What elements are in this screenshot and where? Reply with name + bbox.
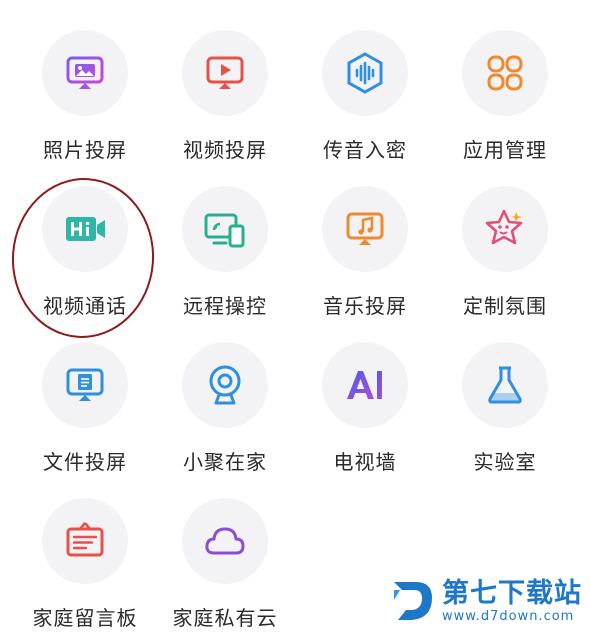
grid-item-label: 家庭私有云 — [172, 606, 278, 630]
watermark-url: www.d7down.com — [442, 608, 575, 624]
grid-item-photo-cast[interactable]: 照片投屏 — [20, 30, 150, 170]
music-cast-icon — [322, 186, 408, 272]
grid-item-app-manage[interactable]: 应用管理 — [440, 30, 570, 170]
grid-item-label: 家庭留言板 — [32, 606, 138, 630]
grid-item-file-cast[interactable]: 文件投屏 — [20, 342, 150, 482]
grid-item-label: 实验室 — [473, 450, 537, 474]
grid-item-label: 照片投屏 — [43, 138, 127, 162]
grid-item-tv-wall[interactable]: 电视墙 — [300, 342, 430, 482]
grid-item-label: 远程操控 — [183, 294, 267, 318]
photo-cast-icon — [42, 30, 128, 116]
ai-tv-wall-icon — [322, 342, 408, 428]
grid-item-label: 定制氛围 — [463, 294, 547, 318]
grid-item-label: 视频投屏 — [183, 138, 267, 162]
grid-item-message-board[interactable]: 家庭留言板 — [20, 498, 150, 638]
watermark-logo — [394, 582, 432, 620]
grid-item-label: 传音入密 — [323, 138, 407, 162]
custom-ambience-icon — [462, 186, 548, 272]
grid-item-label: 小聚在家 — [183, 450, 267, 474]
grid-item-webcam[interactable]: 小聚在家 — [160, 342, 290, 482]
grid-item-label: 电视墙 — [333, 450, 397, 474]
grid-item-private-cloud[interactable]: 家庭私有云 — [160, 498, 290, 638]
watermark-title: 第七下载站 — [442, 577, 582, 609]
grid-item-label: 应用管理 — [463, 138, 547, 162]
grid-item-lab[interactable]: 实验室 — [440, 342, 570, 482]
voice-secret-icon — [322, 30, 408, 116]
file-cast-icon — [42, 342, 128, 428]
grid-item-video-cast[interactable]: 视频投屏 — [160, 30, 290, 170]
grid-item-label: 音乐投屏 — [323, 294, 407, 318]
watermark: 第七下载站 www.d7down.com — [388, 574, 588, 628]
cloud-icon — [182, 498, 268, 584]
video-cast-icon — [182, 30, 268, 116]
grid-item-voice-secret[interactable]: 传音入密 — [300, 30, 430, 170]
lab-flask-icon — [462, 342, 548, 428]
grid-item-remote-control[interactable]: 远程操控 — [160, 186, 290, 326]
remote-control-icon — [182, 186, 268, 272]
grid-item-label: 文件投屏 — [43, 450, 127, 474]
app-manage-icon — [462, 30, 548, 116]
grid-item-custom-ambience[interactable]: 定制氛围 — [440, 186, 570, 326]
message-board-icon — [42, 498, 128, 584]
webcam-icon — [182, 342, 268, 428]
grid-item-music-cast[interactable]: 音乐投屏 — [300, 186, 430, 326]
